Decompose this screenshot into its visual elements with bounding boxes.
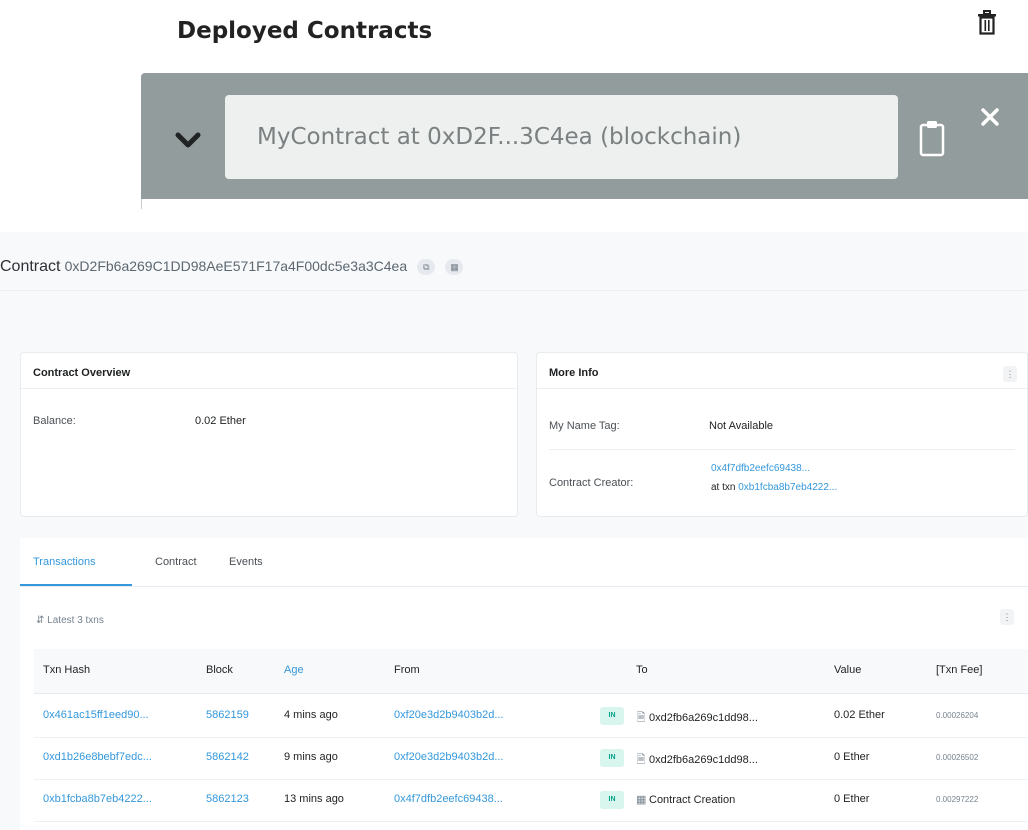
contract-overview-card: Contract Overview Balance: 0.02 Ether: [20, 352, 518, 517]
name-tag-value: Not Available: [709, 420, 774, 432]
column-txn-hash: Txn Hash: [43, 664, 91, 676]
more-options-icon[interactable]: ⋮: [1003, 366, 1017, 382]
balance-key: Balance:: [33, 415, 76, 427]
divider: [21, 388, 517, 389]
to-contract-creation: Contract Creation: [649, 794, 736, 806]
txn-hash-link[interactable]: 0x461ac15ff1eed90...: [43, 709, 149, 721]
qr-code-icon[interactable]: ▦: [445, 259, 464, 276]
creator-txn-link[interactable]: 0xb1fcba8b7eb4222...: [738, 482, 837, 493]
block-link[interactable]: 5862159: [206, 709, 249, 721]
clipboard-icon[interactable]: [919, 117, 945, 157]
column-to: To: [636, 664, 648, 676]
to-address: 0xd2fb6a269c1dd98...: [649, 712, 758, 724]
contract-creator-link[interactable]: 0x4f7dfb2eefc69438...: [711, 463, 810, 474]
txn-fee-cell: 0.00026204: [936, 711, 979, 720]
value-cell: 0 Ether: [834, 793, 870, 805]
column-block: Block: [206, 664, 233, 676]
balance-value: 0.02 Ether: [195, 415, 246, 427]
from-address-link[interactable]: 0x4f7dfb2eefc69438...: [394, 793, 503, 805]
age-cell: 13 mins ago: [284, 793, 344, 805]
creator-txn-prefix: at txn: [711, 482, 736, 493]
contract-creation-icon: ▦: [636, 794, 647, 806]
more-info-title: More Info: [549, 367, 599, 379]
table-row: 0xd1b26e8bebf7edc... 5862142 9 mins ago …: [34, 737, 1028, 780]
direction-badge: IN: [600, 707, 624, 725]
divider: [0, 290, 1028, 291]
direction-badge: IN: [600, 749, 624, 767]
table-header: Txn Hash Block Age From To Value [Txn Fe…: [34, 649, 1028, 694]
document-icon: 🗎: [636, 712, 646, 724]
divider: [549, 449, 1015, 450]
table-row: 0xb1fcba8b7eb4222... 5862123 13 mins ago…: [34, 779, 1028, 822]
sort-icon: ⇵: [36, 615, 45, 626]
age-cell: 9 mins ago: [284, 751, 338, 763]
from-address-link[interactable]: 0xf20e3d2b9403b2d...: [394, 751, 504, 763]
age-cell: 4 mins ago: [284, 709, 338, 721]
latest-txns-text: Latest 3 txns: [47, 615, 104, 626]
chevron-down-icon[interactable]: [172, 124, 204, 156]
column-from: From: [394, 664, 420, 676]
contract-address: 0xD2Fb6a269C1DD98AeE571F17a4F00dc5e3a3C4…: [64, 258, 408, 274]
contract-header-label: Contract: [0, 258, 61, 275]
txn-hash-link[interactable]: 0xd1b26e8bebf7edc...: [43, 751, 152, 763]
table-row: 0x461ac15ff1eed90... 5862159 4 mins ago …: [34, 695, 1028, 738]
trash-icon[interactable]: [976, 10, 998, 36]
from-address-link[interactable]: 0xf20e3d2b9403b2d...: [394, 709, 504, 721]
tab-bar: Transactions Contract Events: [20, 538, 1028, 587]
block-link[interactable]: 5862142: [206, 751, 249, 763]
column-age[interactable]: Age: [284, 664, 304, 676]
document-icon: 🗎: [636, 754, 646, 766]
name-tag-key: My Name Tag:: [549, 420, 620, 432]
more-info-card: More Info ⋮ My Name Tag: Not Available C…: [536, 352, 1028, 517]
to-cell[interactable]: 🗎 0xd2fb6a269c1dd98...: [636, 751, 758, 770]
contract-header: Contract 0xD2Fb6a269C1DD98AeE571F17a4F00…: [0, 258, 464, 276]
tab-contract[interactable]: Contract: [155, 556, 197, 568]
txn-fee-cell: 0.00026502: [936, 753, 979, 762]
txn-fee-cell: 0.00297222: [936, 795, 979, 804]
creator-txn-line: at txn 0xb1fcba8b7eb4222...: [711, 482, 837, 493]
txn-hash-link[interactable]: 0xb1fcba8b7eb4222...: [43, 793, 152, 805]
contract-creator-key: Contract Creator:: [549, 477, 634, 489]
tab-events[interactable]: Events: [229, 556, 263, 568]
latest-txns-label: ⇵ Latest 3 txns: [36, 615, 104, 626]
block-link[interactable]: 5862123: [206, 793, 249, 805]
more-options-icon[interactable]: ⋮: [1000, 609, 1014, 625]
tab-transactions[interactable]: Transactions: [33, 556, 96, 568]
direction-badge: IN: [600, 791, 624, 809]
close-icon[interactable]: [980, 107, 1000, 127]
active-tab-indicator: [20, 584, 132, 586]
column-txn-fee[interactable]: [Txn Fee]: [936, 664, 982, 676]
to-address: 0xd2fb6a269c1dd98...: [649, 754, 758, 766]
contract-overview-title: Contract Overview: [33, 367, 131, 379]
value-cell: 0.02 Ether: [834, 709, 885, 721]
transactions-panel: ⇵ Latest 3 txns ⋮ Txn Hash Block Age Fro…: [20, 587, 1028, 830]
divider: [141, 199, 142, 209]
divider: [537, 388, 1027, 389]
value-cell: 0 Ether: [834, 751, 870, 763]
copy-address-icon[interactable]: ⧉: [417, 259, 436, 276]
column-value: Value: [834, 664, 862, 676]
to-cell: ▦ Contract Creation: [636, 793, 735, 806]
deployed-contracts-title: Deployed Contracts: [177, 18, 433, 44]
to-cell[interactable]: 🗎 0xd2fb6a269c1dd98...: [636, 709, 758, 728]
contract-instance-label[interactable]: MyContract at 0xD2F...3C4ea (blockchain): [225, 95, 898, 179]
